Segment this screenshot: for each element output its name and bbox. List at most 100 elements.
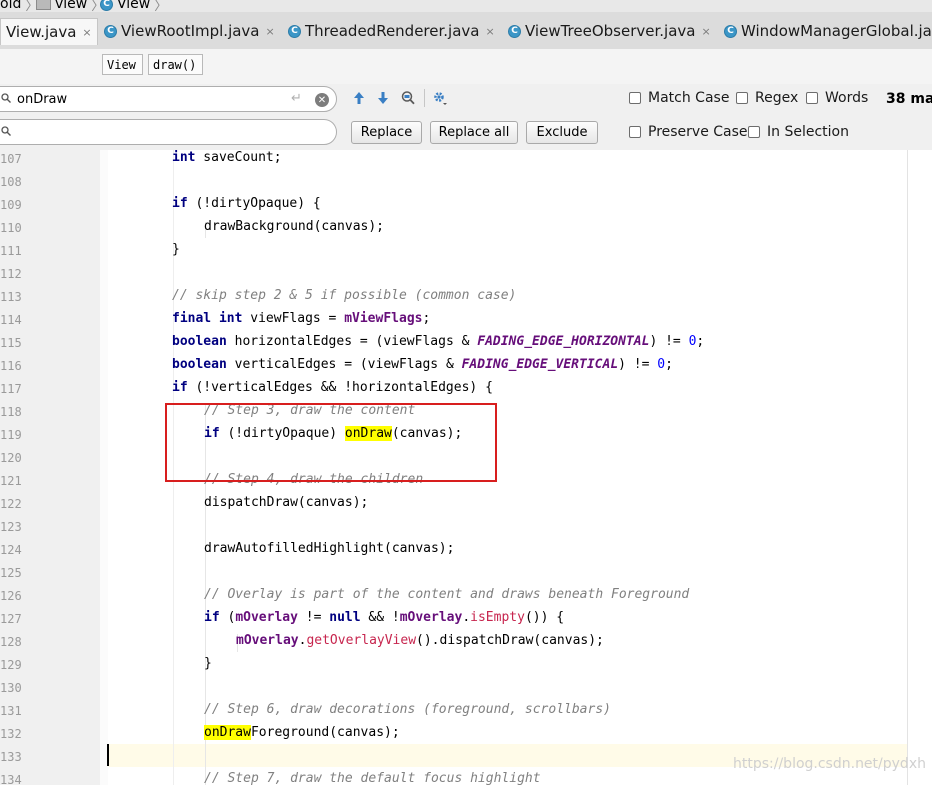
line-number[interactable]: 128 xyxy=(0,635,22,649)
tab-view-java[interactable]: View.java × xyxy=(0,18,98,45)
line-number[interactable]: 113 xyxy=(0,290,22,304)
find-field[interactable]: ↵ ✕ xyxy=(0,86,337,112)
line-number[interactable]: 126 xyxy=(0,589,22,603)
search-icon[interactable] xyxy=(1,93,11,103)
tab-viewtreeobserver-java[interactable]: C ViewTreeObserver.java × xyxy=(508,18,711,44)
line-number[interactable]: 132 xyxy=(0,727,22,741)
code-line-113: // skip step 2 & 5 if possible (common c… xyxy=(172,288,517,303)
code-line-134: // Step 7, draw the default focus highli… xyxy=(204,771,541,785)
new-line-icon[interactable]: ↵ xyxy=(291,91,302,106)
line-number[interactable]: 131 xyxy=(0,704,22,718)
previous-occurrence-button[interactable] xyxy=(349,88,369,108)
line-number[interactable]: 107 xyxy=(0,152,22,166)
line-number[interactable]: 121 xyxy=(0,474,22,488)
find-all-icon xyxy=(401,91,415,105)
breadcrumb: oid 〉 view 〉 C View 〉 xyxy=(0,0,932,12)
words-option[interactable]: Words xyxy=(806,90,868,106)
line-number[interactable]: 108 xyxy=(0,175,22,189)
replace-all-button[interactable]: Replace all xyxy=(430,121,518,144)
right-margin-guide xyxy=(907,150,908,785)
code-line-114: final int viewFlags = mViewFlags; xyxy=(172,311,431,326)
line-number[interactable]: 129 xyxy=(0,658,22,672)
replace-input[interactable] xyxy=(17,123,267,141)
path-chip-class[interactable]: View xyxy=(102,54,143,75)
code-line-124: drawAutofilledHighlight(canvas); xyxy=(204,541,455,556)
line-number[interactable]: 112 xyxy=(0,267,22,281)
close-icon[interactable]: × xyxy=(82,26,91,39)
tab-threadedrenderer-java[interactable]: C ThreadedRenderer.java × xyxy=(288,18,495,44)
in-selection-checkbox[interactable] xyxy=(748,126,760,138)
line-number[interactable]: 111 xyxy=(0,244,22,258)
arrow-up-icon xyxy=(354,92,364,104)
folder-icon xyxy=(36,0,51,10)
match-case-option[interactable]: Match Case xyxy=(629,90,729,106)
match-case-checkbox[interactable] xyxy=(629,92,641,104)
line-number[interactable]: 123 xyxy=(0,520,22,534)
line-number[interactable]: 133 xyxy=(0,750,22,764)
line-number[interactable]: 115 xyxy=(0,336,22,350)
line-number[interactable]: 130 xyxy=(0,681,22,695)
code-line-126: // Overlay is part of the content and dr… xyxy=(204,587,690,602)
preserve-case-checkbox[interactable] xyxy=(629,126,641,138)
tab-label: ViewTreeObserver.java xyxy=(525,22,696,40)
line-number[interactable]: 116 xyxy=(0,359,22,373)
line-number[interactable]: 109 xyxy=(0,198,22,212)
option-label: Regex xyxy=(755,90,799,106)
next-occurrence-button[interactable] xyxy=(373,88,393,108)
search-settings-button[interactable] xyxy=(430,88,450,108)
words-checkbox[interactable] xyxy=(806,92,818,104)
close-icon[interactable]: × xyxy=(701,25,710,38)
breadcrumb-item-view[interactable]: view 〉 xyxy=(36,0,104,12)
breadcrumb-label: oid xyxy=(0,0,22,12)
close-icon[interactable]: × xyxy=(486,25,495,38)
preserve-case-option[interactable]: Preserve Case xyxy=(629,124,748,140)
line-number[interactable]: 114 xyxy=(0,313,22,327)
code-line-109: if (!dirtyOpaque) { xyxy=(172,196,321,211)
tab-viewrootimpl-java[interactable]: C ViewRootImpl.java × xyxy=(104,18,275,44)
replace-button[interactable]: Replace xyxy=(351,121,422,144)
regex-option[interactable]: Regex xyxy=(736,90,798,106)
tab-windowmanagerglobal-java[interactable]: C WindowManagerGlobal.ja xyxy=(724,18,932,44)
code-line-132: onDrawForeground(canvas); xyxy=(204,725,400,740)
option-label: Words xyxy=(825,90,869,106)
clear-search-icon[interactable]: ✕ xyxy=(315,93,329,107)
line-number[interactable]: 127 xyxy=(0,612,22,626)
replace-field[interactable] xyxy=(0,119,337,145)
arrow-down-icon xyxy=(378,92,388,104)
line-number[interactable]: 120 xyxy=(0,451,22,465)
text-caret xyxy=(107,744,109,766)
line-number[interactable]: 134 xyxy=(0,773,22,785)
regex-checkbox[interactable] xyxy=(736,92,748,104)
breadcrumb-item-View[interactable]: C View 〉 xyxy=(100,0,167,12)
tab-label: ThreadedRenderer.java xyxy=(305,22,480,40)
class-icon: C xyxy=(508,24,521,38)
line-number[interactable]: 117 xyxy=(0,382,22,396)
class-icon: C xyxy=(100,0,113,11)
breadcrumb-item-oid[interactable]: oid 〉 xyxy=(0,0,38,12)
tab-label: ViewRootImpl.java xyxy=(121,22,260,40)
close-icon[interactable]: × xyxy=(266,25,275,38)
toolbar-divider xyxy=(424,89,425,107)
option-label: Preserve Case xyxy=(648,124,748,140)
find-input[interactable] xyxy=(17,90,267,108)
path-chip-method[interactable]: draw() xyxy=(148,54,203,75)
chevron-right-icon: 〉 xyxy=(154,0,168,12)
line-number[interactable]: 118 xyxy=(0,405,22,419)
exclude-button[interactable]: Exclude xyxy=(526,121,598,144)
code-editor[interactable]: 107 108 109 110 111 112 113 114 115 116 117 118 119 1… xyxy=(0,150,932,785)
fold-gutter[interactable] xyxy=(100,150,108,785)
line-number[interactable]: 110 xyxy=(0,221,22,235)
in-selection-option[interactable]: In Selection xyxy=(748,124,849,140)
line-number[interactable]: 124 xyxy=(0,543,22,557)
option-label: In Selection xyxy=(767,124,849,140)
search-icon[interactable] xyxy=(1,126,11,136)
code-line-131: // Step 6, draw decorations (foreground,… xyxy=(204,702,611,717)
code-line-129: } xyxy=(204,656,212,671)
find-all-button[interactable] xyxy=(398,88,418,108)
line-number[interactable]: 125 xyxy=(0,566,22,580)
class-icon: C xyxy=(724,24,737,38)
line-number[interactable]: 122 xyxy=(0,497,22,511)
line-number[interactable]: 119 xyxy=(0,428,22,442)
code-line-107: int saveCount; xyxy=(172,150,282,165)
code-line-127: if (mOverlay != null && !mOverlay.isEmpt… xyxy=(204,610,565,625)
